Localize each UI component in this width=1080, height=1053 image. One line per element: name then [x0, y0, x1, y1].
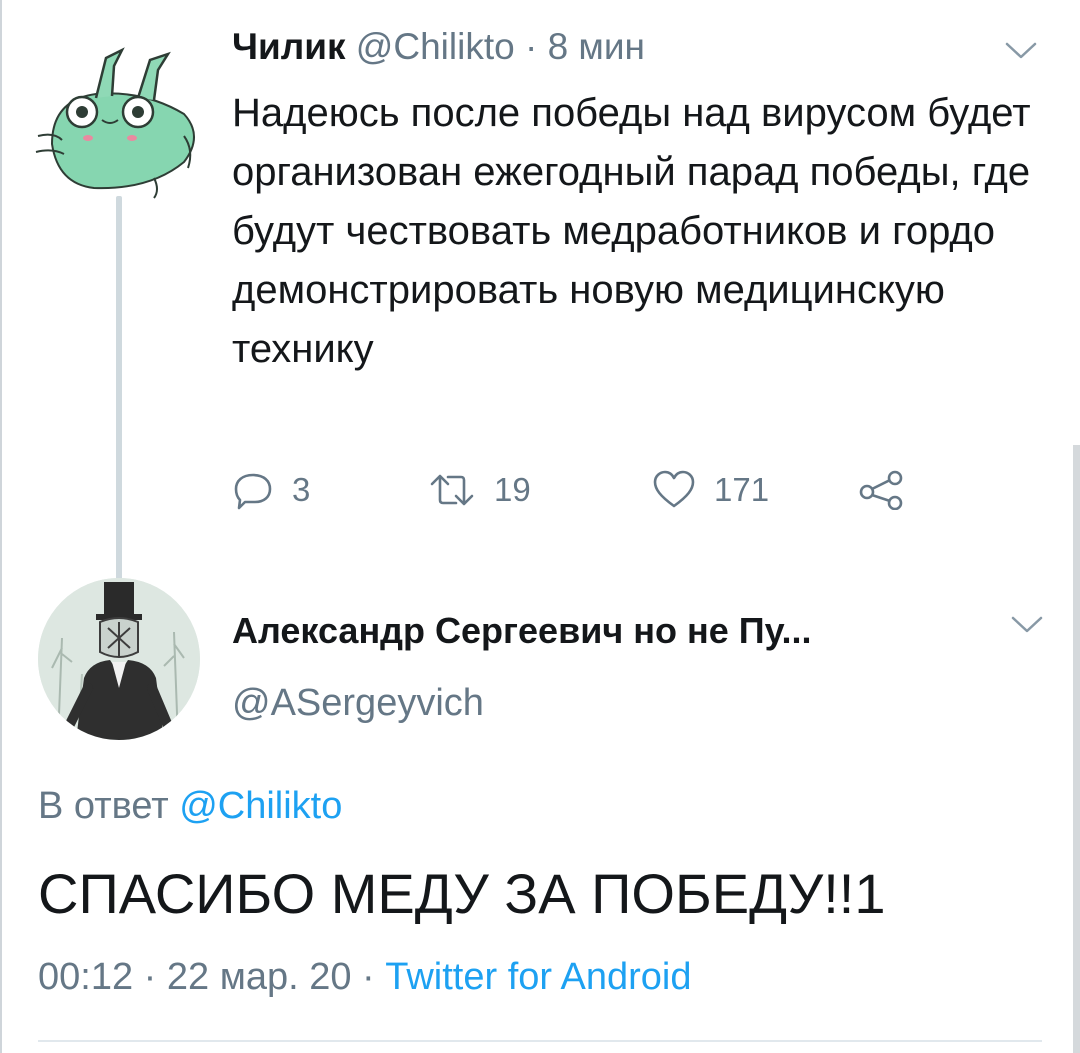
- reply-timestamp: 00:12 · 22 мар. 20 ·: [38, 956, 386, 998]
- reply-menu-button[interactable]: [1010, 614, 1044, 636]
- avatar[interactable]: [34, 40, 208, 200]
- tweet-header: Чилик @Chilikto · 8 мин: [232, 24, 645, 70]
- tweet-time[interactable]: 8 мин: [548, 26, 645, 67]
- retweet-count: 19: [494, 471, 531, 508]
- like-count: 171: [714, 471, 770, 508]
- left-edge-border: [0, 0, 2, 1053]
- reply-author-handle[interactable]: @ASergeyvich: [232, 680, 484, 726]
- reply-meta: 00:12 · 22 мар. 20 · Twitter for Android: [38, 952, 691, 1002]
- share-icon: [859, 470, 903, 510]
- retweet-icon: [430, 474, 474, 506]
- reply-count: 3: [292, 471, 311, 508]
- reply-text: СПАСИБО МЕДУ ЗА ПОБЕДУ!!1: [38, 862, 886, 925]
- reply-prefix: В ответ: [38, 785, 180, 827]
- divider: [38, 1040, 1042, 1042]
- separator: ·: [514, 26, 548, 67]
- reply-icon: [234, 473, 272, 510]
- reply-author-name[interactable]: Александр Сергеевич но не Пу...: [232, 608, 811, 654]
- reply-button[interactable]: 3: [232, 462, 310, 518]
- chevron-down-icon: [1005, 42, 1037, 59]
- author-handle[interactable]: @Chilikto: [356, 26, 515, 67]
- reply-mention-link[interactable]: @Chilikto: [179, 785, 342, 827]
- retweet-button[interactable]: 19: [428, 462, 531, 518]
- avatar[interactable]: [38, 578, 200, 740]
- gentleman-avatar-icon: [38, 578, 200, 740]
- chevron-down-icon: [1011, 616, 1043, 633]
- author-name[interactable]: Чилик: [232, 26, 346, 67]
- tweet-text: Надеюсь после победы над вирусом будет о…: [232, 91, 1031, 371]
- dragon-avatar-icon: [35, 47, 195, 199]
- tweet-thread: Чилик @Chilikto · 8 мин Надеюсь после по…: [0, 0, 1080, 1053]
- reply-context: В ответ @Chilikto: [38, 782, 342, 830]
- client-link[interactable]: Twitter for Android: [385, 956, 691, 998]
- like-button[interactable]: 171: [652, 462, 769, 518]
- share-button[interactable]: [858, 462, 904, 518]
- heart-icon: [653, 470, 695, 508]
- tweet-menu-button[interactable]: [1004, 40, 1038, 62]
- scrollbar[interactable]: [1073, 445, 1080, 1053]
- thread-connector-line: [116, 196, 122, 580]
